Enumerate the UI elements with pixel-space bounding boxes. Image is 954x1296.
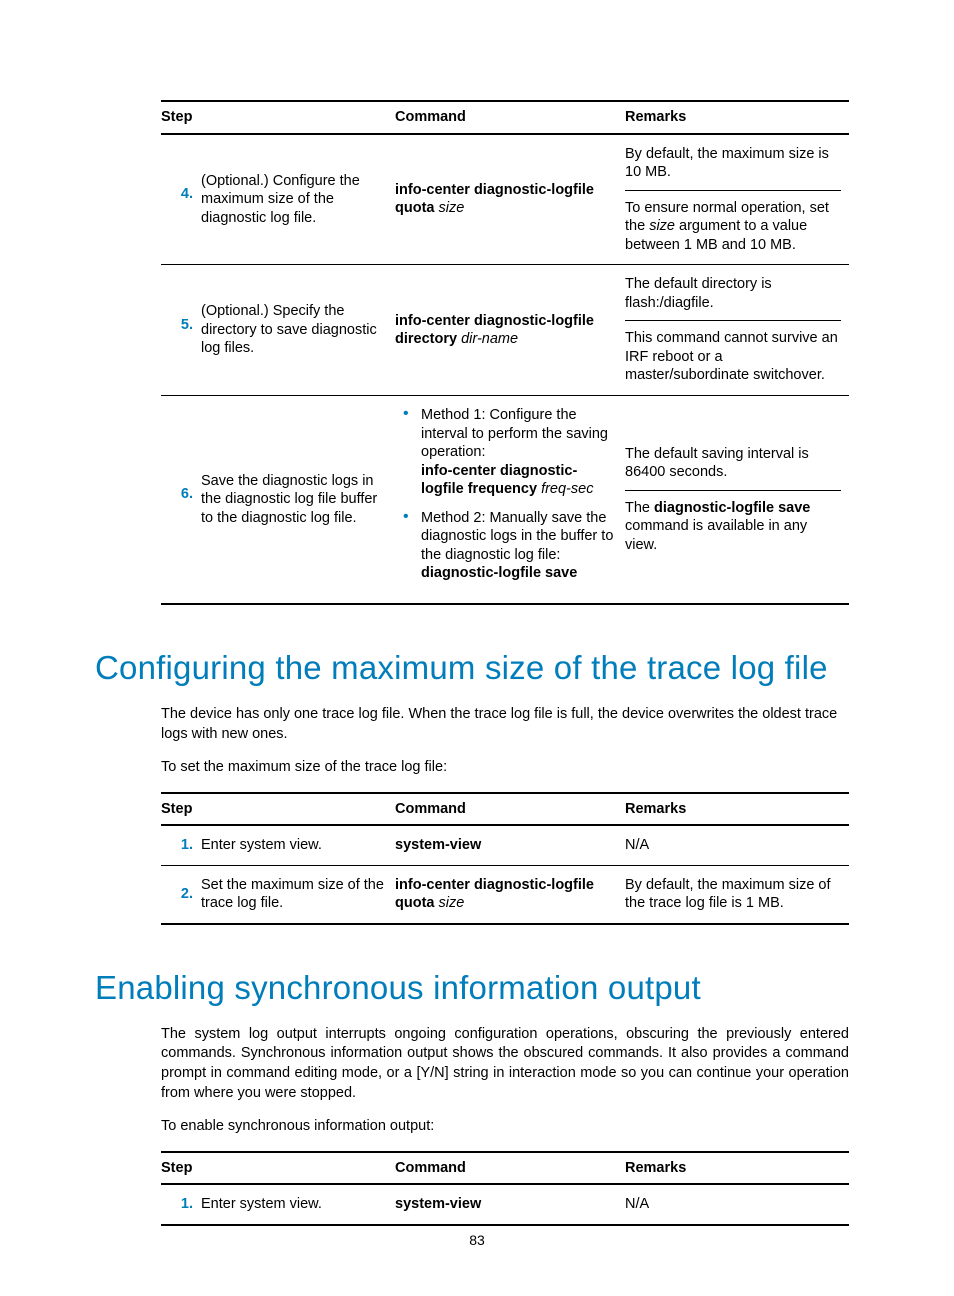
list-item: Method 1: Configure the interval to perf… [395,406,617,499]
body-paragraph: To set the maximum size of the trace log… [161,758,849,778]
table-row: 6. Save the diagnostic logs in the diagn… [161,396,849,604]
col-command: Command [395,1152,625,1185]
step-command: info-center diagnostic-logfile directory… [395,265,625,396]
step-command: system-view [395,825,625,865]
step-command: Method 1: Configure the interval to perf… [395,396,625,604]
table-row: 1. Enter system view. system-view N/A [161,1184,849,1225]
col-step: Step [161,1152,395,1185]
step-description: (Optional.) Configure the maximum size o… [201,134,395,265]
step-description: Set the maximum size of the trace log fi… [201,865,395,924]
table-header-row: Step Command Remarks [161,793,849,826]
list-item: Method 2: Manually save the diagnostic l… [395,509,617,583]
body-paragraph: To enable synchronous information output… [161,1117,849,1137]
step-number: 2. [161,865,201,924]
table-sync-output: Step Command Remarks 1. Enter system vie… [161,1151,849,1226]
col-remarks: Remarks [625,1152,849,1185]
col-remarks: Remarks [625,793,849,826]
step-description: (Optional.) Specify the directory to sav… [201,265,395,396]
step-command: info-center diagnostic-logfile quota siz… [395,134,625,265]
col-step: Step [161,793,395,826]
table-header-row: Step Command Remarks [161,101,849,134]
table-row: 1. Enter system view. system-view N/A [161,825,849,865]
step-remarks: N/A [625,825,849,865]
step-description: Save the diagnostic logs in the diagnost… [201,396,395,604]
section-heading-trace-log: Configuring the maximum size of the trac… [95,649,859,687]
page-number: 83 [0,1232,954,1248]
step-remarks: The default saving interval is 86400 sec… [625,396,849,604]
step-remarks: The default directory is flash:/diagfile… [625,265,849,396]
step-number: 1. [161,825,201,865]
table-trace-log: Step Command Remarks 1. Enter system vie… [161,792,849,925]
page-content: Step Command Remarks 4. (Optional.) Conf… [95,100,859,1226]
step-command: system-view [395,1184,625,1225]
step-number: 1. [161,1184,201,1225]
step-description: Enter system view. [201,825,395,865]
step-command: info-center diagnostic-logfile quota siz… [395,865,625,924]
table-row: 2. Set the maximum size of the trace log… [161,865,849,924]
table-row: 4. (Optional.) Configure the maximum siz… [161,134,849,265]
table-header-row: Step Command Remarks [161,1152,849,1185]
step-remarks: By default, the maximum size is 10 MB. T… [625,134,849,265]
col-command: Command [395,101,625,134]
step-remarks: N/A [625,1184,849,1225]
step-description: Enter system view. [201,1184,395,1225]
step-number: 4. [161,134,201,265]
step-remarks: By default, the maximum size of the trac… [625,865,849,924]
body-paragraph: The device has only one trace log file. … [161,705,849,744]
body-paragraph: The system log output interrupts ongoing… [161,1025,849,1103]
section-heading-sync-output: Enabling synchronous information output [95,969,859,1007]
table-row: 5. (Optional.) Specify the directory to … [161,265,849,396]
table-diagnostic-logfile: Step Command Remarks 4. (Optional.) Conf… [161,100,849,605]
col-remarks: Remarks [625,101,849,134]
step-number: 6. [161,396,201,604]
step-number: 5. [161,265,201,396]
col-command: Command [395,793,625,826]
col-step: Step [161,101,395,134]
